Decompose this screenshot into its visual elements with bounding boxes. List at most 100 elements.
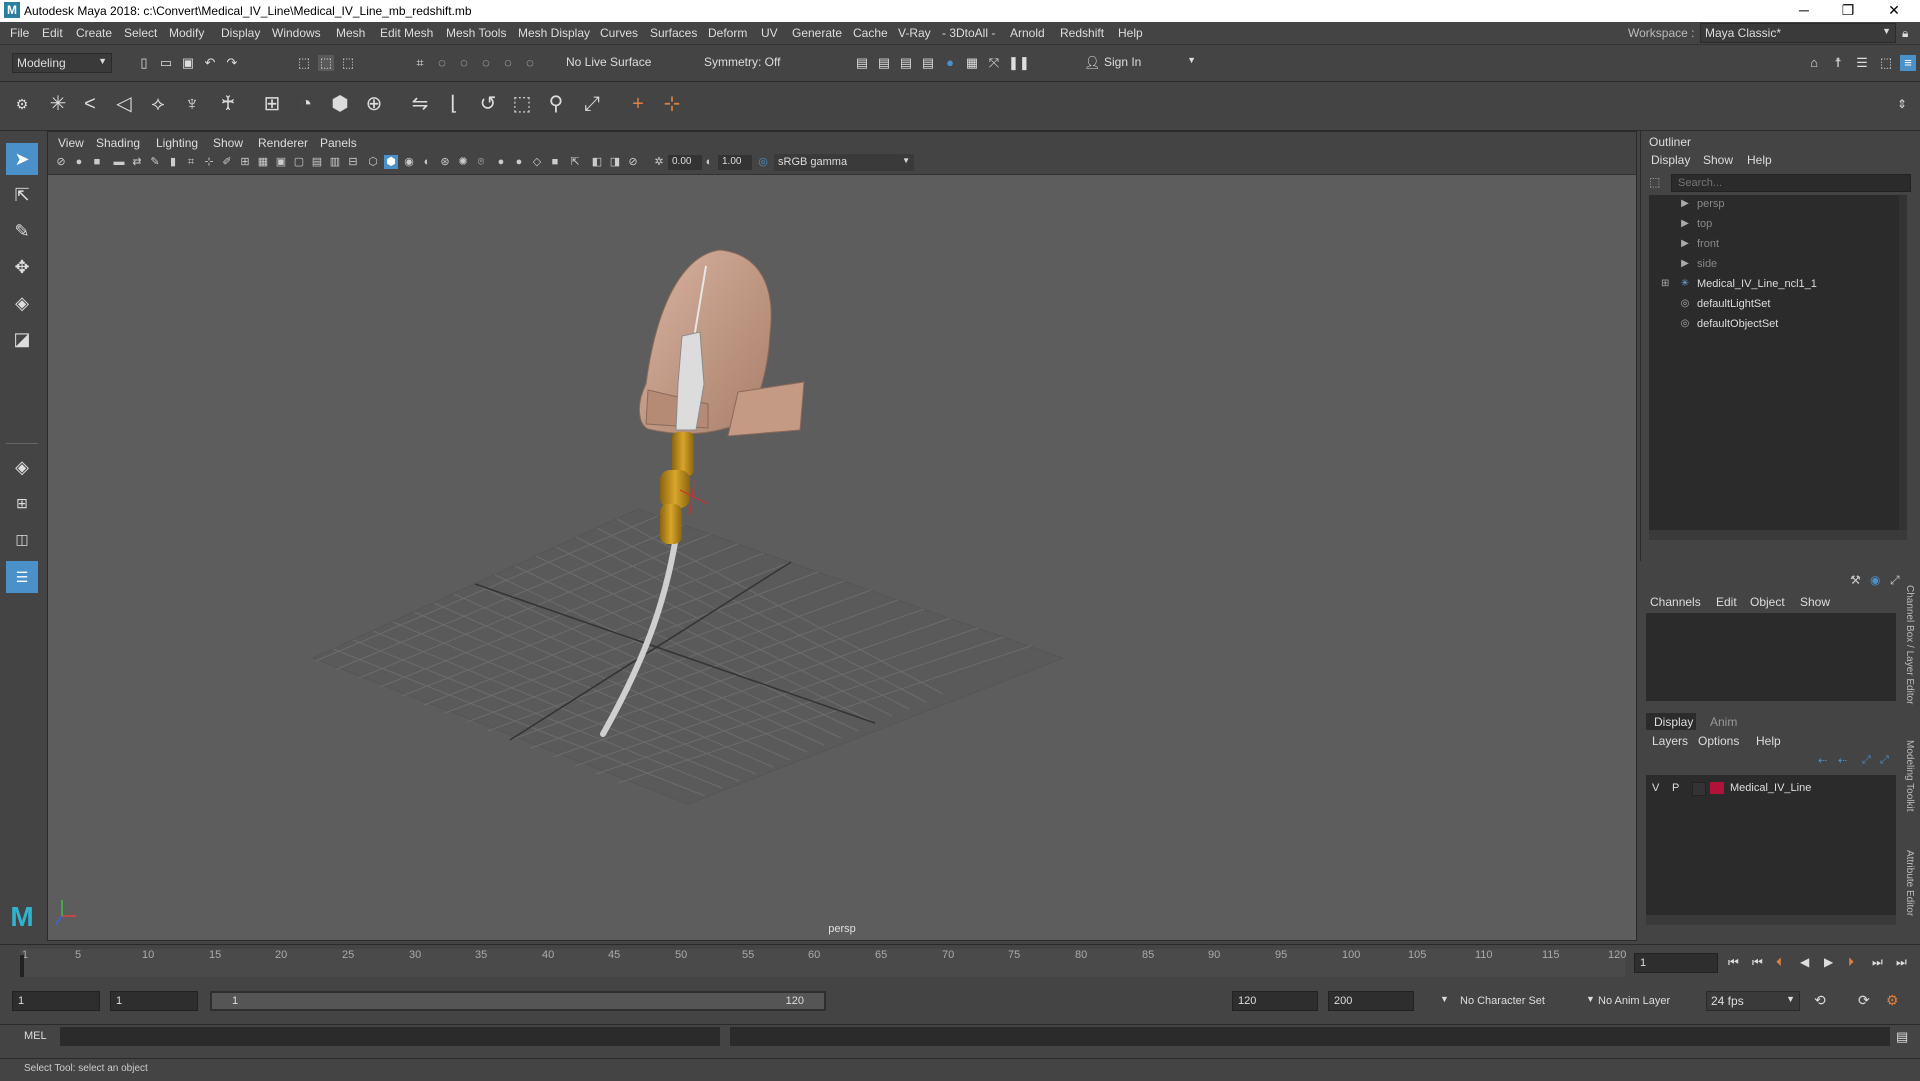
loop-icon[interactable]: ⟲ [1814,992,1826,1009]
color-management-icon[interactable]: ◎ [756,155,770,169]
menu-cache[interactable]: Cache [853,26,888,40]
select-tool-icon[interactable]: ➤ [6,143,38,175]
menu-edit[interactable]: Edit [42,26,63,40]
layers-menu-layers[interactable]: Layers [1652,734,1688,748]
wave-icon[interactable]: ⬚ [508,90,536,118]
layers-menu-options[interactable]: Options [1698,734,1739,748]
menu-windows[interactable]: Windows [272,26,321,40]
playhead[interactable] [20,955,24,977]
two-d-pan-icon[interactable]: ⇄ [130,155,144,169]
bind-skin-icon[interactable]: ⟡ [144,90,172,118]
filter-icon[interactable]: ⬚ [1649,175,1665,191]
attribute-editor-icon[interactable]: ☰ [1854,55,1870,71]
smooth-shade-icon[interactable]: ▥ [328,155,342,169]
go-to-start-icon[interactable]: ⏮ [1728,955,1739,970]
twist-icon[interactable]: ↺ [474,90,502,118]
xray-icon[interactable]: ▤ [310,155,324,169]
outliner-menu-show[interactable]: Show [1703,153,1733,167]
tab-channel-box-layer-editor[interactable]: Channel Box / Layer Editor [1904,585,1915,705]
wireframe-icon[interactable]: ⊞ [238,155,252,169]
maximize-button[interactable]: ❐ [1838,2,1858,19]
two-view-icon[interactable]: ◫ [6,523,38,555]
render-setup-icon[interactable]: ⤧ [986,55,1002,71]
tab-display[interactable]: Display [1646,713,1696,730]
outliner-menu-help[interactable]: Help [1747,153,1772,167]
outliner-item[interactable]: ◎ defaultLightSet [1649,295,1899,313]
close-button[interactable]: ✕ [1884,2,1904,19]
command-input[interactable] [60,1027,720,1046]
hik-icon[interactable]: ☨ [1830,55,1846,71]
sculpt-icon[interactable]: ⊕ [360,90,388,118]
render-frame-icon[interactable]: ▤ [876,55,892,71]
shelf-menu-icon[interactable]: ⚙ [8,90,36,118]
rotate-tool-icon[interactable]: ◈ [6,287,38,319]
menu-curves[interactable]: Curves [600,26,638,40]
current-frame-field[interactable]: 1 [1634,953,1718,973]
modeling-toolkit-icon[interactable]: ⌂ [1806,55,1822,71]
select-object-icon[interactable]: ⬚ [318,55,334,71]
move-layer-up-icon[interactable]: ⇠ [1818,754,1827,767]
bookmark-icon[interactable]: ■ [90,155,104,169]
outliner-item[interactable]: ▶ persp [1649,195,1899,213]
outliner-item[interactable]: ▶ side [1649,255,1899,273]
outliner-search-input[interactable] [1671,174,1911,192]
screen-space-icon[interactable]: ⇱ [568,155,582,169]
aim-icon[interactable]: ⤢ [578,90,606,118]
antialias-icon[interactable]: ⌾ [474,155,488,169]
new-scene-icon[interactable]: ▯ [136,55,152,71]
live-surface-field[interactable]: No Live Surface [562,53,666,73]
motion-blur-icon[interactable]: ✺ [456,155,470,169]
menu-display[interactable]: Display [221,26,260,40]
mode-dropdown[interactable]: Modeling ▼ [12,53,112,73]
channel-tool-icon[interactable]: ⚒ [1850,573,1861,587]
squash-icon[interactable]: ⌊ [440,90,468,118]
layer-visibility-toggle[interactable]: V [1652,782,1659,794]
field-chart-icon[interactable]: ✐ [220,155,234,169]
grid-icon[interactable]: ▦ [256,155,270,169]
outliner-menu-display[interactable]: Display [1651,153,1690,167]
tab-anim[interactable]: Anim [1710,715,1737,729]
command-language-label[interactable]: MEL [24,1030,47,1042]
textured-icon[interactable]: ⬢ [384,155,398,169]
color-space-dropdown[interactable]: sRGB gamma ▼ [774,154,914,171]
menu-surfaces[interactable]: Surfaces [650,26,697,40]
step-back-key-icon[interactable]: ⏮ [1752,955,1763,970]
resolution-gate-icon[interactable]: ⌗ [184,155,198,169]
tab-modeling-toolkit[interactable]: Modeling Toolkit [1904,740,1915,812]
anim-start-field[interactable]: 1 [110,991,198,1011]
wireframe-shaded-icon[interactable]: ⬡ [366,155,380,169]
exposure-field[interactable]: 0.00 [668,155,702,170]
isolate-icon[interactable]: ● [494,155,508,169]
range-handle-track[interactable]: 1 120 [212,993,824,1009]
channel-box-icon[interactable]: ≡ [1900,55,1916,71]
menu-generate[interactable]: Generate [792,26,842,40]
lights-icon[interactable]: ◉ [402,155,416,169]
pin-icon[interactable]: ⊹ [658,90,686,118]
start-time-field[interactable]: 1 [12,991,100,1011]
step-back-frame-icon[interactable]: ⏴ [1776,955,1782,970]
menu-help[interactable]: Help [1118,26,1143,40]
outliner-hscrollbar[interactable] [1649,530,1907,540]
preferences-icon[interactable]: ⚙ [1886,992,1899,1009]
skeleton-icon[interactable]: ♰ [214,90,242,118]
sign-in-button[interactable]: Sign In ▼ [1100,53,1200,73]
outliner-item[interactable]: ⊞ ✳ Medical_IV_Line_ncl1_1 [1649,275,1899,293]
script-editor-icon[interactable]: ▤ [1896,1029,1908,1045]
high-quality-icon[interactable]: ● [512,155,526,169]
outliner-vscrollbar[interactable] [1899,195,1907,530]
channel-pin-icon[interactable]: ⤢ [1890,573,1900,588]
open-scene-icon[interactable]: ▭ [158,55,174,71]
menu-modify[interactable]: Modify [169,26,204,40]
film-gate-icon[interactable]: ▮ [166,155,180,169]
view-transform-icon[interactable]: ⊘ [626,155,640,169]
move-tool-icon[interactable]: ✥ [6,251,38,283]
channel-menu-show[interactable]: Show [1800,595,1830,609]
fps-dropdown[interactable]: 24 fps ▼ [1706,991,1800,1011]
channel-menu-object[interactable]: Object [1750,595,1785,609]
camera-attributes-icon[interactable]: ● [72,155,86,169]
gamma-toggle-icon[interactable]: ◨ [608,155,622,169]
redo-icon[interactable]: ↷ [224,55,240,71]
menu-mesh-tools[interactable]: Mesh Tools [446,26,506,40]
locator-icon[interactable]: + [624,90,652,118]
select-component-icon[interactable]: ⬚ [340,55,356,71]
